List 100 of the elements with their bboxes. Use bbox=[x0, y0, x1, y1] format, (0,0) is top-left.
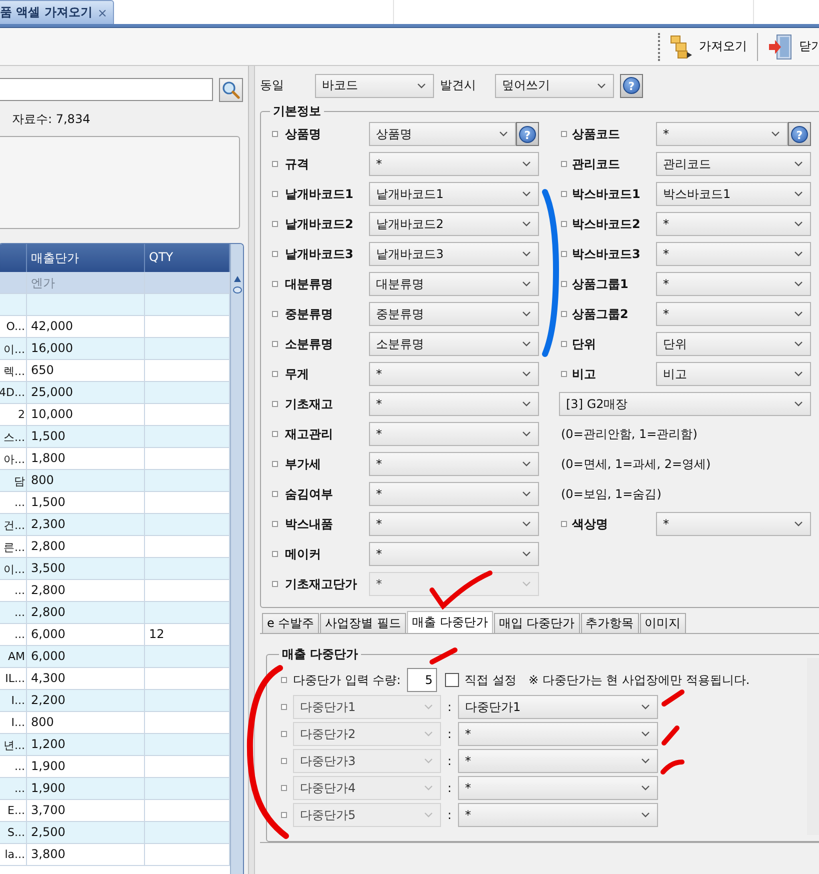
bullet-icon bbox=[272, 581, 278, 587]
checkbox[interactable] bbox=[444, 673, 459, 687]
table-cell: 2 bbox=[0, 404, 27, 426]
column-header[interactable] bbox=[0, 244, 27, 272]
close-icon[interactable]: × bbox=[97, 6, 108, 20]
table-cell: 10,000 bbox=[27, 404, 145, 426]
dropdown[interactable]: 상품명 bbox=[369, 122, 516, 146]
quantity-field[interactable]: 5 bbox=[406, 668, 437, 692]
dropdown[interactable]: 다중단가5 bbox=[293, 803, 441, 827]
chevron-down-icon bbox=[794, 401, 803, 407]
table-cell: 2,300 bbox=[27, 514, 145, 536]
tick-mark bbox=[662, 726, 680, 746]
dropdown[interactable]: 덮어쓰기 bbox=[495, 74, 614, 98]
dropdown[interactable]: * bbox=[369, 152, 539, 176]
scrollbar[interactable] bbox=[230, 244, 243, 874]
dropdown[interactable]: * bbox=[369, 452, 539, 476]
dropdown[interactable]: 다중단가3 bbox=[293, 749, 441, 773]
tab[interactable]: 추가항목 bbox=[580, 613, 639, 633]
separator-text: : bbox=[446, 781, 453, 795]
dropdown[interactable]: 다중단가1 bbox=[458, 695, 658, 719]
table-cell: ... bbox=[0, 778, 27, 800]
tab[interactable]: e 수발주 bbox=[262, 613, 320, 633]
table-cell: 2,800 bbox=[27, 536, 145, 558]
field-label: 낱개바코드3 bbox=[285, 246, 354, 262]
dropdown[interactable]: * bbox=[458, 776, 658, 800]
dropdown[interactable]: 소분류명 bbox=[369, 332, 539, 356]
dropdown[interactable]: * bbox=[369, 512, 539, 536]
tab[interactable]: 매입 다중단가 bbox=[494, 613, 580, 633]
close-button[interactable]: 닫기 bbox=[764, 30, 819, 62]
chevron-down-icon bbox=[522, 521, 531, 527]
dropdown[interactable]: 다중단가4 bbox=[293, 776, 441, 800]
dropdown[interactable]: 낱개바코드3 bbox=[369, 242, 539, 266]
dropdown[interactable]: * bbox=[656, 512, 811, 536]
table-cell: 1,900 bbox=[27, 778, 145, 800]
dropdown[interactable]: 중분류명 bbox=[369, 302, 539, 326]
bullet-icon bbox=[561, 251, 567, 257]
dropdown[interactable]: 바코드 bbox=[315, 74, 434, 98]
filter-cell[interactable] bbox=[145, 272, 230, 294]
chevron-down-icon bbox=[522, 281, 531, 287]
dropdown[interactable]: * bbox=[458, 803, 658, 827]
search-field[interactable] bbox=[0, 78, 213, 101]
dropdown[interactable]: * bbox=[369, 392, 539, 416]
dropdown[interactable]: * bbox=[369, 422, 539, 446]
separator-text: : bbox=[446, 727, 453, 741]
dropdown[interactable]: 관리코드 bbox=[656, 152, 811, 176]
dropdown[interactable]: * bbox=[656, 272, 811, 296]
table-cell bbox=[0, 294, 27, 316]
tab[interactable]: 이미지 bbox=[640, 613, 686, 633]
bullet-icon bbox=[281, 785, 287, 791]
bullet-icon bbox=[272, 161, 278, 167]
table-cell: 3,500 bbox=[27, 558, 145, 580]
field-label: 박스바코드2 bbox=[572, 216, 642, 232]
filter-cell[interactable] bbox=[0, 272, 27, 294]
bullet-icon bbox=[561, 341, 567, 347]
field-label: 소분류명 bbox=[285, 336, 334, 352]
dropdown[interactable]: 박스바코드1 bbox=[656, 182, 811, 206]
dropdown[interactable]: [3] G2매장 bbox=[559, 392, 811, 416]
door-exit-icon bbox=[768, 34, 794, 60]
splitter[interactable] bbox=[248, 66, 255, 874]
table-cell: 3,800 bbox=[27, 844, 145, 866]
dropdown[interactable]: 다중단가2 bbox=[293, 722, 441, 746]
dropdown[interactable]: * bbox=[656, 242, 811, 266]
field-label: 무게 bbox=[285, 366, 310, 382]
bullet-icon bbox=[272, 521, 278, 527]
table-cell: la... bbox=[0, 844, 27, 866]
check-mark bbox=[430, 570, 492, 608]
bullet-icon bbox=[272, 311, 278, 317]
hint-text: (0=보임, 1=숨김) bbox=[560, 486, 662, 502]
dropdown[interactable]: * bbox=[369, 362, 539, 386]
field-label: 메이커 bbox=[285, 546, 322, 562]
group-title: 기본정보 bbox=[272, 103, 322, 120]
table-cell: E... bbox=[0, 800, 27, 822]
dropdown[interactable]: 낱개바코드1 bbox=[369, 182, 539, 206]
chevron-down-icon bbox=[641, 812, 650, 818]
dropdown[interactable]: 단위 bbox=[656, 332, 811, 356]
dropdown[interactable]: * bbox=[656, 212, 811, 236]
field-label: 다중단가 입력 수량: bbox=[293, 672, 401, 688]
dropdown[interactable]: 비고 bbox=[656, 362, 811, 386]
column-header[interactable]: QTY bbox=[145, 244, 230, 272]
column-header[interactable]: 매출단가 bbox=[27, 244, 145, 272]
search-icon bbox=[222, 81, 240, 99]
dropdown[interactable]: * bbox=[656, 122, 788, 146]
search-button[interactable] bbox=[219, 78, 243, 102]
tab[interactable]: 사업장별 필드 bbox=[320, 613, 406, 633]
dropdown[interactable]: * bbox=[458, 722, 658, 746]
chevron-down-icon bbox=[522, 251, 531, 257]
import-button[interactable]: 가져오기 bbox=[666, 30, 751, 62]
table-cell: ... bbox=[0, 756, 27, 778]
document-tab[interactable]: 품 액셀 가져오기 × bbox=[0, 0, 114, 24]
dropdown[interactable]: 대분류명 bbox=[369, 272, 539, 296]
bullet-icon bbox=[281, 758, 287, 764]
dropdown[interactable]: * bbox=[369, 542, 539, 566]
dropdown[interactable]: * bbox=[656, 302, 811, 326]
tab[interactable]: 매출 다중단가 bbox=[407, 611, 493, 633]
table-cell: 4,300 bbox=[27, 668, 145, 690]
dropdown[interactable]: * bbox=[458, 749, 658, 773]
dropdown[interactable]: 낱개바코드2 bbox=[369, 212, 539, 236]
dropdown[interactable]: * bbox=[369, 482, 539, 506]
dropdown[interactable]: 다중단가1 bbox=[293, 695, 441, 719]
field-label: 박스바코드3 bbox=[572, 246, 642, 262]
